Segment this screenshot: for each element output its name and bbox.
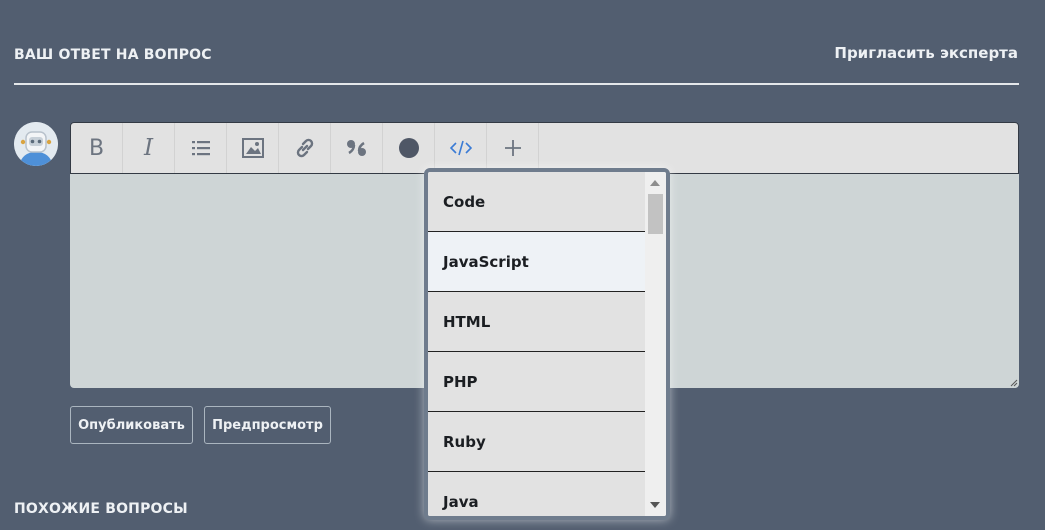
avatar [14,122,58,166]
similar-questions-title: ПОХОЖИЕ ВОПРОСЫ [14,501,188,517]
link-icon [296,138,313,158]
add-button[interactable] [487,123,539,173]
preview-button[interactable]: Предпросмотр [204,406,331,444]
bold-icon: B [88,135,105,161]
bold-button[interactable]: B [71,123,123,173]
answer-section-title: ВАШ ОТВЕТ НА ВОПРОС [14,47,212,63]
code-option[interactable]: PHP [428,352,645,412]
resize-handle-icon[interactable] [1008,377,1018,387]
scroll-up-icon[interactable] [650,180,660,186]
add-icon [504,140,521,156]
image-button[interactable] [227,123,279,173]
code-option[interactable]: Ruby [428,412,645,472]
link-button[interactable] [279,123,331,173]
spoiler-icon [398,138,419,158]
list-button[interactable] [175,123,227,173]
image-icon [241,138,264,158]
code-button[interactable] [435,123,487,173]
divider [14,83,1019,85]
code-option[interactable]: JavaScript [428,232,645,292]
code-language-dropdown: Code JavaScript HTML PHP Ruby Java [424,168,670,520]
scroll-down-icon[interactable] [650,502,660,508]
code-option[interactable]: HTML [428,292,645,352]
editor-toolbar: B I [70,122,1019,174]
list-icon [191,141,210,156]
spoiler-button[interactable] [383,123,435,173]
italic-icon: I [143,135,154,161]
scrollbar-thumb[interactable] [648,194,663,234]
code-option[interactable]: Code [428,172,645,232]
publish-button[interactable]: Опубликовать [70,406,193,444]
quote-icon [346,140,366,156]
dropdown-scrollbar[interactable] [645,172,666,516]
code-language-list: Code JavaScript HTML PHP Ruby Java [428,172,645,516]
quote-button[interactable] [331,123,383,173]
italic-button[interactable]: I [123,123,175,173]
invite-expert-link[interactable]: Пригласить эксперта [834,44,1018,62]
code-icon [449,140,472,156]
code-option[interactable]: Java [428,472,645,516]
